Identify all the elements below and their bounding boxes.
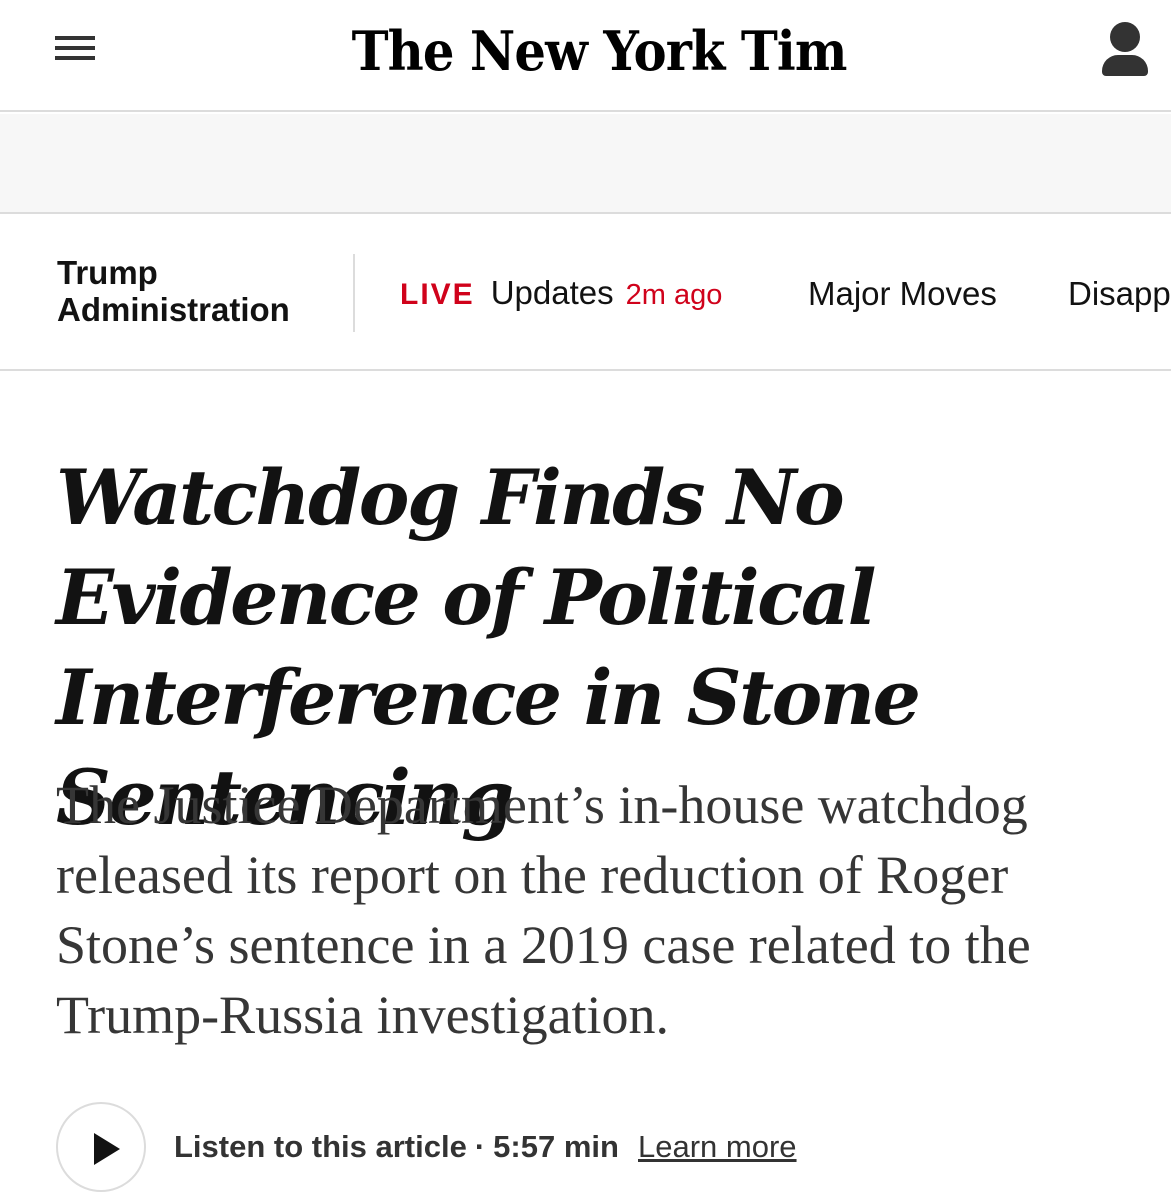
menu-line: [55, 36, 95, 40]
audio-separator: ·: [474, 1129, 486, 1164]
user-account-icon[interactable]: [1098, 22, 1152, 78]
article-summary: The Justice Department’s in-house watchd…: [56, 775, 1031, 1045]
hamburger-menu-icon[interactable]: [52, 30, 100, 70]
nav-link-disapp[interactable]: Disapp: [1068, 274, 1171, 314]
menu-line: [55, 56, 95, 60]
nyt-logo[interactable]: The New York Times: [352, 8, 849, 94]
live-badge: LIVE: [400, 278, 475, 311]
masthead: The New York Times: [0, 0, 1171, 112]
section-nav: Trump Administration LIVE Updates 2m ago…: [0, 216, 1171, 371]
live-updates-link[interactable]: LIVE Updates 2m ago: [400, 274, 722, 314]
ad-placeholder: [0, 114, 1171, 214]
section-title-trump-administration[interactable]: Trump Administration: [57, 254, 342, 328]
user-body-shape: [1102, 55, 1148, 76]
play-icon: [94, 1133, 120, 1165]
nav-divider: [353, 254, 355, 332]
listen-label: Listen to this article: [174, 1129, 467, 1164]
live-updates-label: Updates: [490, 274, 614, 311]
page: The New York Times Trump Administration …: [0, 0, 1171, 1200]
audio-player: Listen to this article · 5:57 min Learn mo…: [56, 1102, 1146, 1192]
nav-link-major-moves[interactable]: Major Moves: [808, 274, 997, 314]
user-head-shape: [1110, 22, 1140, 52]
play-button[interactable]: [56, 1102, 146, 1192]
live-updates-timestamp: 2m ago: [625, 279, 723, 311]
menu-line: [55, 46, 95, 50]
audio-info: Listen to this article · 5:57 min: [174, 1128, 619, 1166]
audio-duration: 5:57 min: [493, 1129, 619, 1164]
learn-more-link[interactable]: Learn more: [638, 1128, 797, 1166]
